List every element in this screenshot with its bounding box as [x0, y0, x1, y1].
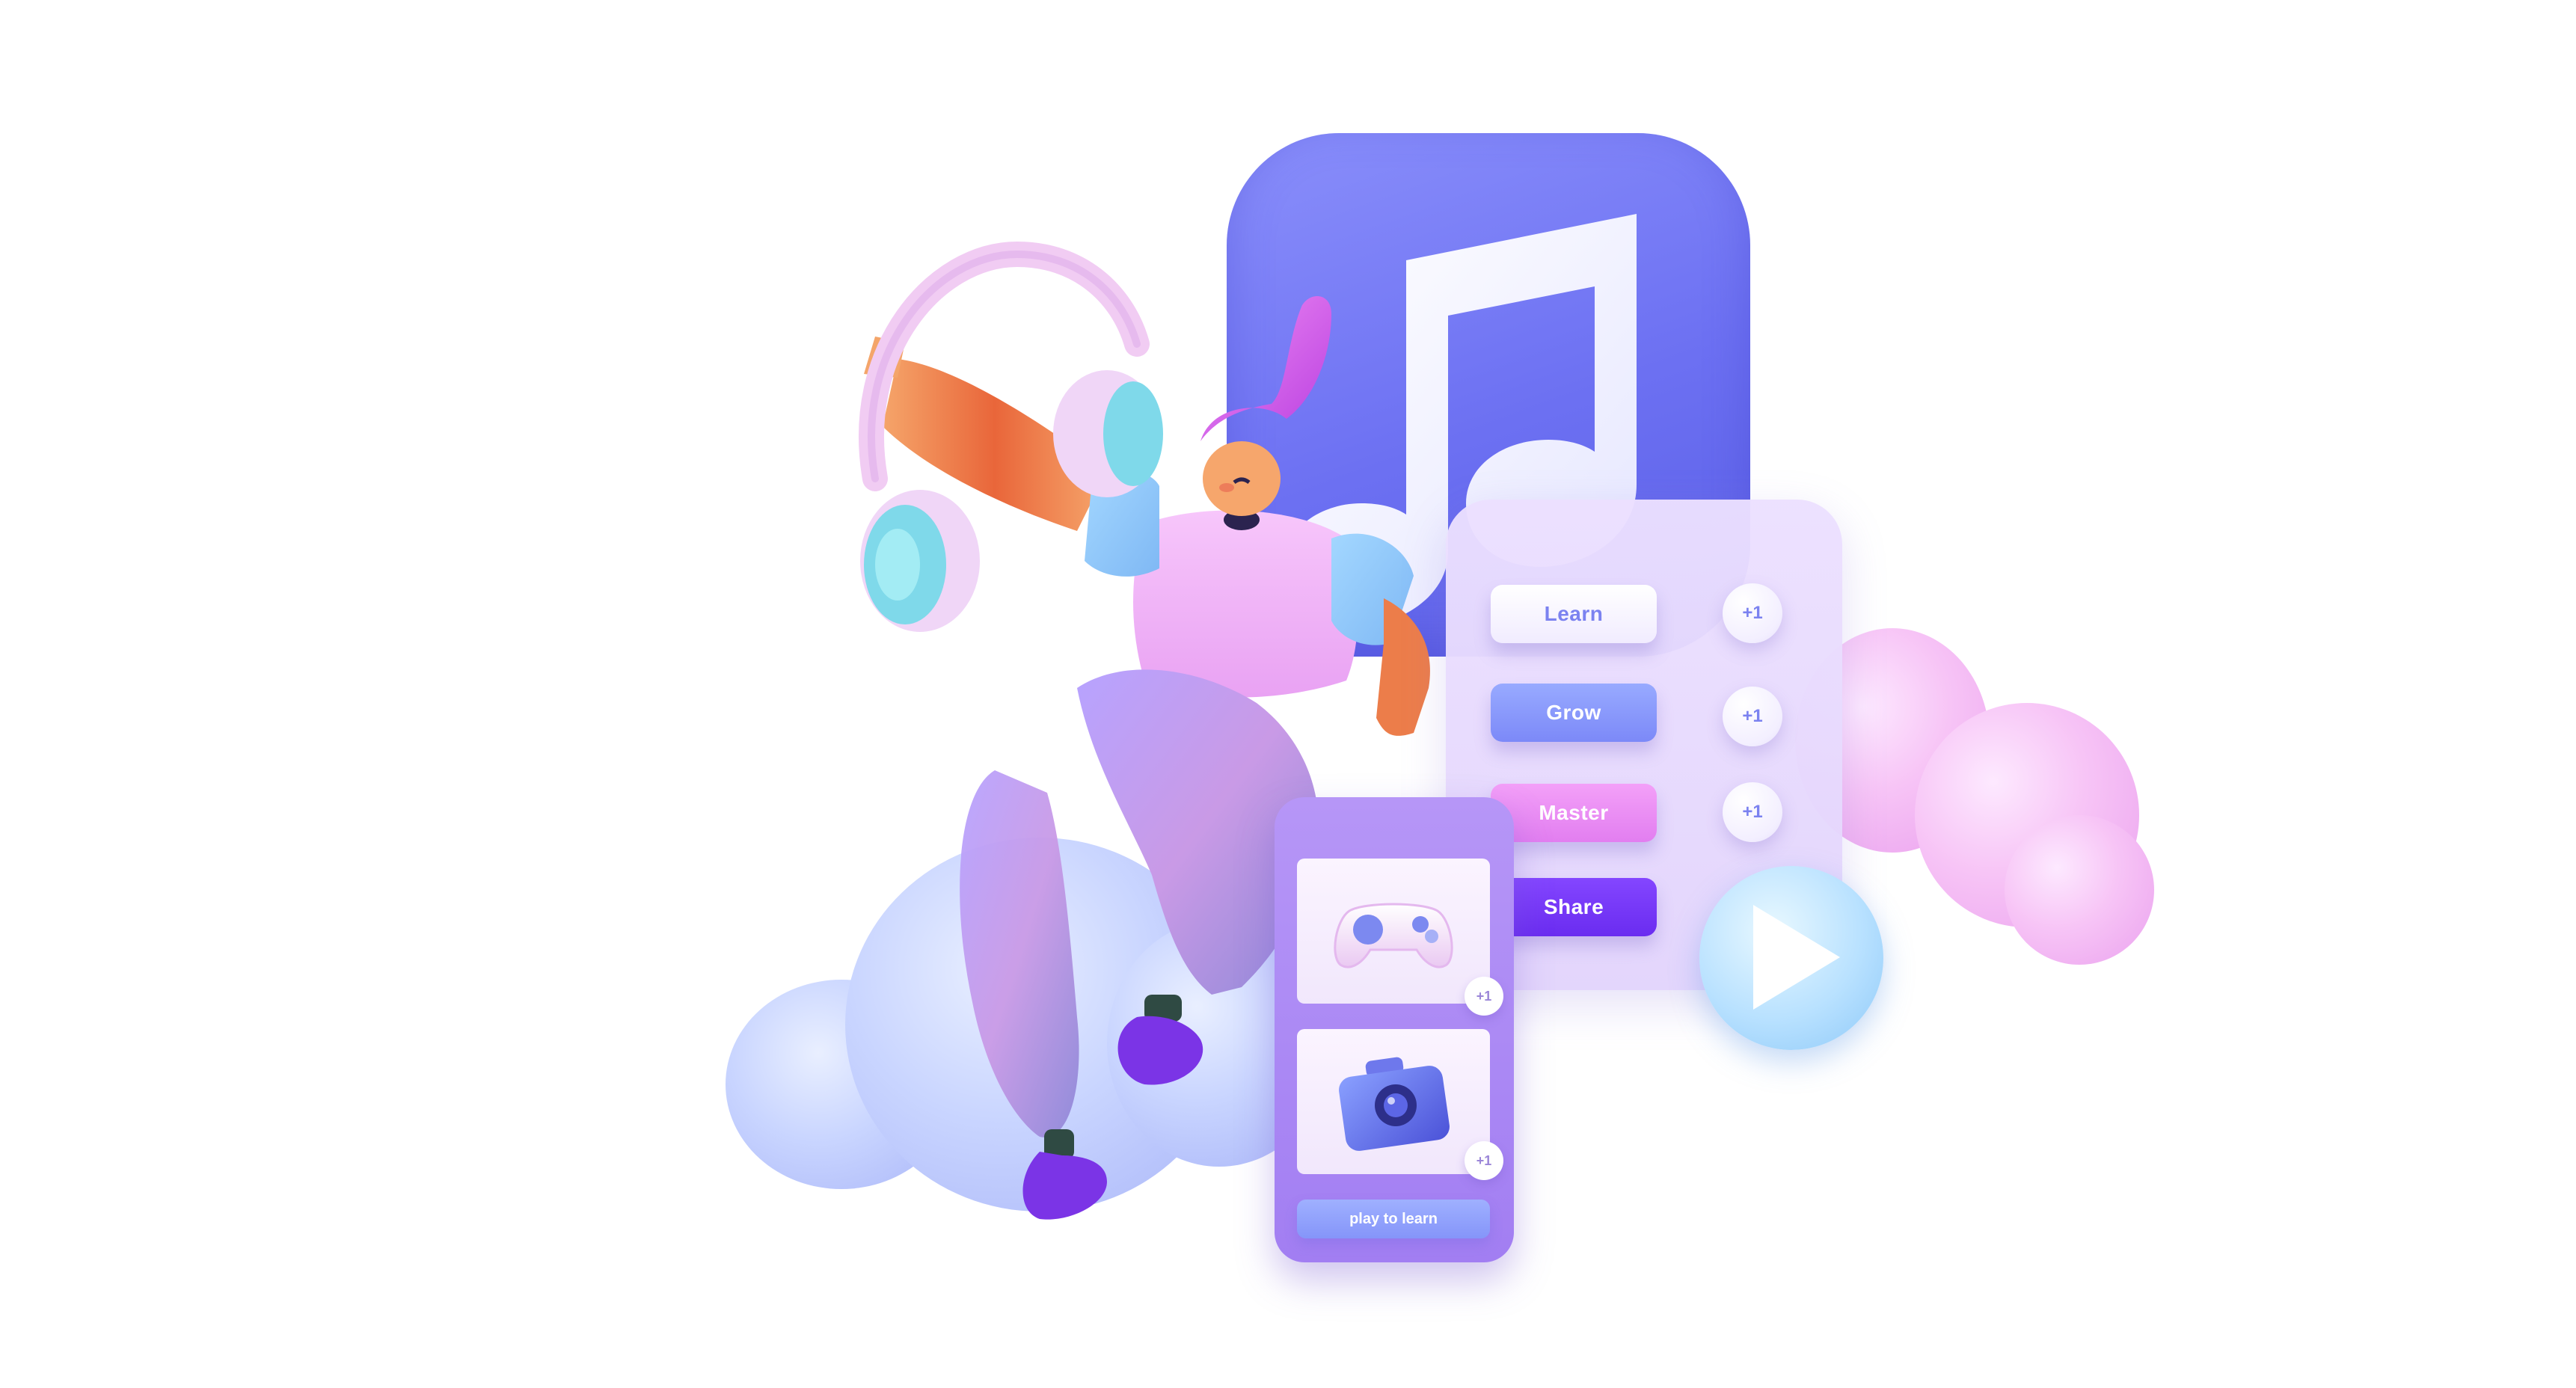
grow-badge-text: +1 [1742, 706, 1763, 726]
grow-label: Grow [1546, 701, 1601, 724]
share-label: Share [1543, 895, 1604, 918]
learn-plus-badge[interactable]: +1 [1723, 583, 1782, 643]
play-to-learn-button[interactable]: play to learn [1297, 1200, 1490, 1238]
cloud-right-3 [2005, 815, 2154, 965]
camera-card-plus-badge[interactable]: +1 [1465, 1141, 1503, 1180]
learn-button[interactable]: Learn [1491, 585, 1657, 643]
phone-mockup: +1 +1 play to learn [1275, 797, 1514, 1262]
play-button[interactable] [1699, 866, 1883, 1050]
share-button[interactable]: Share [1491, 878, 1657, 936]
camera-card-badge-text: +1 [1476, 1152, 1492, 1168]
master-plus-badge[interactable]: +1 [1723, 782, 1782, 842]
game-card-badge-text: +1 [1476, 988, 1492, 1004]
game-card[interactable]: +1 [1297, 859, 1503, 1016]
grow-button[interactable]: Grow [1491, 684, 1657, 742]
play-icon [1753, 905, 1840, 1010]
gamepad-icon [1334, 903, 1453, 968]
camera-icon [1339, 1057, 1450, 1151]
grow-plus-badge[interactable]: +1 [1723, 687, 1782, 746]
learn-label: Learn [1544, 602, 1604, 625]
game-card-plus-badge[interactable]: +1 [1465, 977, 1503, 1016]
master-button[interactable]: Master [1491, 784, 1657, 842]
learn-badge-text: +1 [1742, 603, 1763, 623]
master-label: Master [1539, 801, 1609, 824]
camera-card[interactable]: +1 [1297, 1029, 1503, 1180]
master-badge-text: +1 [1742, 802, 1763, 822]
play-to-learn-label: play to learn [1349, 1210, 1438, 1227]
